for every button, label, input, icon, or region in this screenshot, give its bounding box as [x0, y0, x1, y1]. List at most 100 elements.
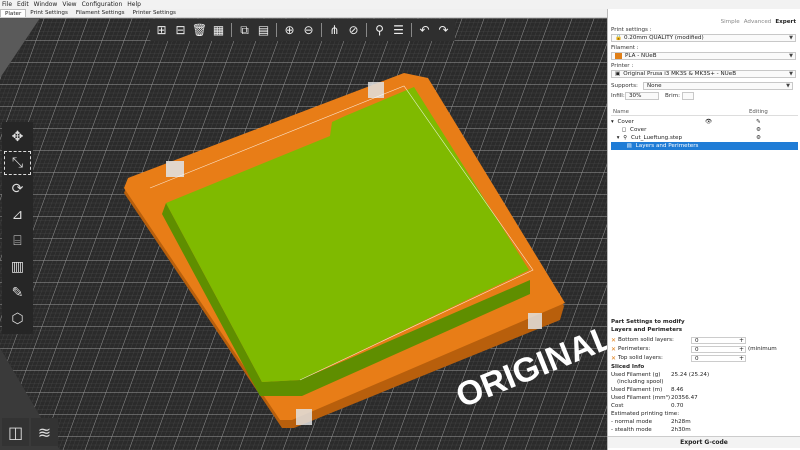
chevron-down-icon: ▼ [789, 35, 793, 41]
modifier-icon: ⚲ [623, 135, 628, 141]
param-value-input[interactable]: 0 [691, 345, 746, 353]
param-value-input[interactable]: 0 [691, 336, 746, 344]
object-row-cover[interactable]: ▾ Cover 👁 ✎ [611, 118, 798, 126]
settings-gear-icon[interactable]: ⚙ [756, 134, 761, 142]
stepper-icon[interactable]: + [739, 337, 744, 344]
3d-view-icon[interactable]: ◫ [2, 418, 29, 446]
add-instance-icon[interactable]: ⊕ [281, 22, 298, 39]
toolbar-separator [366, 23, 367, 37]
delete-all-icon[interactable]: 🗑 [191, 22, 208, 39]
remove-setting-icon[interactable]: ✕ [611, 337, 616, 344]
place-on-face-icon[interactable]: ⊿ [4, 203, 31, 227]
printer-select[interactable]: ▣ Original Prusa i3 MK3S & MK3S+ - NUeB … [611, 70, 796, 78]
param-perimeters: ✕ Perimeters: 0 + (minimum [611, 345, 798, 353]
mmu-painting-icon[interactable]: ⬡ [4, 307, 31, 331]
undo-icon[interactable]: ↶ [416, 22, 433, 39]
chevron-down-icon: ▼ [789, 53, 793, 59]
menu-configuration[interactable]: Configuration [82, 0, 123, 9]
stepper-icon[interactable]: + [739, 346, 744, 353]
cut-icon[interactable]: ⌸ [4, 229, 31, 253]
infill-label: Infill: [611, 93, 625, 99]
mode-advanced[interactable]: Advanced [744, 19, 772, 25]
stepper-icon[interactable]: + [739, 355, 744, 362]
param-label: Bottom solid layers: [618, 337, 674, 343]
tab-printer-settings[interactable]: Printer Settings [129, 9, 180, 17]
chevron-down-icon: ▼ [789, 71, 793, 77]
menu-edit[interactable]: Edit [17, 0, 29, 9]
add-icon[interactable]: ⊞ [153, 22, 170, 39]
param-value-input[interactable]: 0 [691, 354, 746, 362]
move-icon[interactable]: ✥ [4, 125, 31, 149]
part-settings-group: Layers and Perimeters [611, 327, 683, 333]
info-label: Cost [611, 403, 624, 409]
delete-icon[interactable]: ⊟ [172, 22, 189, 39]
edit-icon[interactable]: ✎ [756, 118, 761, 126]
filament-select[interactable]: PLA - NUeB ▼ [611, 52, 796, 60]
info-label: Used Filament (g) [611, 372, 661, 378]
sidebar: Simple Advanced Expert Print settings : … [607, 9, 800, 450]
layers-icon[interactable]: ☰ [390, 22, 407, 39]
tab-print-settings[interactable]: Print Settings [26, 9, 72, 17]
copy-icon[interactable]: ⧉ [236, 22, 253, 39]
paint-supports-icon[interactable]: ▥ [4, 255, 31, 279]
3d-viewport[interactable]: ORIGINAL PR ⊞ ⊟ 🗑 ▦ ⧉ ▤ ⊕ ⊖ ⋔ ⊘ ⚲ ☰ ↶ ↷ [0, 18, 607, 450]
menu-view[interactable]: View [62, 0, 76, 9]
info-value: 20356.47 [671, 395, 698, 401]
remove-setting-icon[interactable]: ✕ [611, 346, 616, 353]
seam-painting-icon[interactable]: ✎ [4, 281, 31, 305]
info-value: 0.70 [671, 403, 684, 409]
tab-filament-settings[interactable]: Filament Settings [72, 9, 129, 17]
collapse-icon[interactable]: ▾ [617, 134, 620, 142]
object-row-label: Cover [617, 119, 634, 125]
collapse-icon[interactable]: ▾ [611, 118, 614, 126]
tab-bar: Plater Print Settings Filament Settings … [0, 9, 607, 18]
remove-instance-icon[interactable]: ⊖ [300, 22, 317, 39]
object-row-label: Cover [630, 127, 647, 133]
chevron-down-icon: ▼ [786, 83, 790, 89]
mode-expert[interactable]: Expert [775, 19, 796, 25]
filament-color-swatch[interactable] [615, 53, 622, 59]
object-row-part[interactable]: ◻ Cover ⚙ [611, 126, 798, 134]
supports-value: None [647, 82, 662, 89]
object-row-modifier[interactable]: ▾ ⚲ Cut_Lueftung.step ⚙ [611, 134, 798, 142]
menu-help[interactable]: Help [127, 0, 141, 9]
object-list-header: Name Editing [611, 109, 798, 116]
paste-icon[interactable]: ▤ [255, 22, 272, 39]
param-top-solid-layers: ✕ Top solid layers: 0 + [611, 354, 798, 362]
infill-select[interactable]: 30% [625, 92, 659, 100]
arrange-icon[interactable]: ▦ [210, 22, 227, 39]
menu-file[interactable]: File [2, 0, 12, 9]
info-value: 2h28m [671, 419, 691, 425]
split-objects-icon[interactable]: ⋔ [326, 22, 343, 39]
mode-simple[interactable]: Simple [721, 19, 740, 25]
sliced-info-title: Sliced Info [611, 364, 645, 370]
search-icon[interactable]: ⚲ [371, 22, 388, 39]
tab-plater[interactable]: Plater [0, 9, 27, 17]
menu-window[interactable]: Window [34, 0, 58, 9]
gizmo-toolbar: ✥ ⤡ ⟳ ⊿ ⌸ ▥ ✎ ⬡ [2, 122, 33, 334]
preview-icon[interactable]: ≋ [31, 418, 58, 446]
brim-label: Brim: [665, 93, 681, 99]
object-row-layers[interactable]: ▤ Layers and Perimeters [611, 142, 798, 150]
remove-setting-icon[interactable]: ✕ [611, 355, 616, 362]
clip-2 [368, 82, 384, 98]
print-settings-value: 0.20mm QUALITY (modified) [623, 34, 704, 41]
printer-icon: ▣ [615, 70, 621, 77]
export-gcode-button[interactable]: Export G-code [608, 436, 800, 448]
info-label: Used Filament (m) [611, 387, 663, 393]
eye-icon[interactable]: 👁 [705, 118, 712, 126]
settings-gear-icon[interactable]: ⚙ [756, 126, 761, 134]
param-unit: (minimum [748, 346, 777, 352]
print-settings-select[interactable]: 🔒 0.20mm QUALITY (modified) ▼ [611, 34, 796, 42]
brim-checkbox[interactable] [682, 92, 694, 100]
layers-settings-icon: ▤ [626, 143, 632, 149]
rotate-icon[interactable]: ⟳ [4, 177, 31, 201]
info-label: - stealth mode [611, 427, 652, 433]
scene-svg: ORIGINAL PR [0, 18, 607, 450]
printer-label: Printer : [611, 63, 634, 69]
supports-select[interactable]: None ▼ [643, 82, 793, 90]
info-value: 8.46 [671, 387, 684, 393]
split-parts-icon[interactable]: ⊘ [345, 22, 362, 39]
scale-icon[interactable]: ⤡ [4, 151, 31, 175]
redo-icon[interactable]: ↷ [435, 22, 452, 39]
